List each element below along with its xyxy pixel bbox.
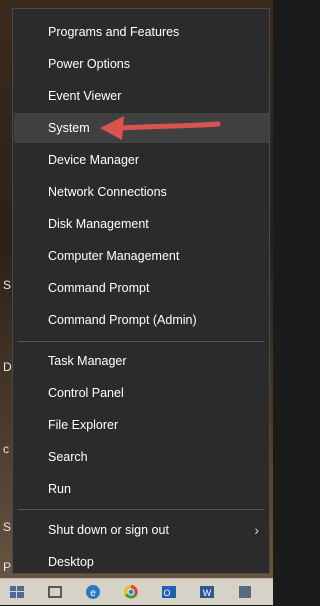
menu-item-command-prompt[interactable]: Command Prompt — [14, 273, 269, 303]
desktop-text-fragment: S — [3, 520, 12, 534]
svg-text:W: W — [203, 588, 212, 598]
start-icon[interactable] — [8, 583, 26, 601]
word-icon[interactable]: W — [198, 583, 216, 601]
chrome-icon[interactable] — [122, 583, 140, 601]
outlook-icon[interactable]: O — [160, 583, 178, 601]
menu-item-shut-down-or-sign-out[interactable]: Shut down or sign out › — [14, 515, 269, 545]
menu-item-file-explorer[interactable]: File Explorer — [14, 410, 269, 440]
menu-item-task-manager[interactable]: Task Manager — [14, 346, 269, 376]
taskbar: e O W — [0, 578, 273, 605]
edge-icon[interactable]: e — [84, 583, 102, 601]
menu-item-run[interactable]: Run — [14, 474, 269, 504]
menu-item-control-panel[interactable]: Control Panel — [14, 378, 269, 408]
menu-item-event-viewer[interactable]: Event Viewer — [14, 81, 269, 111]
menu-item-command-prompt-admin[interactable]: Command Prompt (Admin) — [14, 305, 269, 335]
menu-item-computer-management[interactable]: Computer Management — [14, 241, 269, 271]
desktop-text-fragment: S — [3, 278, 12, 292]
menu-item-label: Shut down or sign out — [48, 523, 169, 537]
desktop-text-fragment: P — [3, 560, 12, 574]
menu-item-device-manager[interactable]: Device Manager — [14, 145, 269, 175]
menu-item-desktop[interactable]: Desktop — [14, 547, 269, 577]
desktop-text-fragment: D — [3, 360, 12, 374]
svg-text:e: e — [90, 588, 96, 599]
svg-text:O: O — [163, 588, 170, 598]
menu-item-power-options[interactable]: Power Options — [14, 49, 269, 79]
desktop-text-fragment: c — [3, 442, 9, 456]
menu-separator — [18, 341, 264, 342]
power-user-menu: Programs and Features Power Options Even… — [12, 8, 270, 574]
app-icon[interactable] — [236, 583, 254, 601]
task-view-icon[interactable] — [46, 583, 64, 601]
menu-separator — [18, 509, 264, 510]
menu-item-disk-management[interactable]: Disk Management — [14, 209, 269, 239]
menu-item-network-connections[interactable]: Network Connections — [14, 177, 269, 207]
red-arrow-icon — [100, 116, 221, 140]
menu-item-programs-and-features[interactable]: Programs and Features — [14, 17, 269, 47]
menu-item-search[interactable]: Search — [14, 442, 269, 472]
chevron-right-icon: › — [254, 522, 259, 538]
